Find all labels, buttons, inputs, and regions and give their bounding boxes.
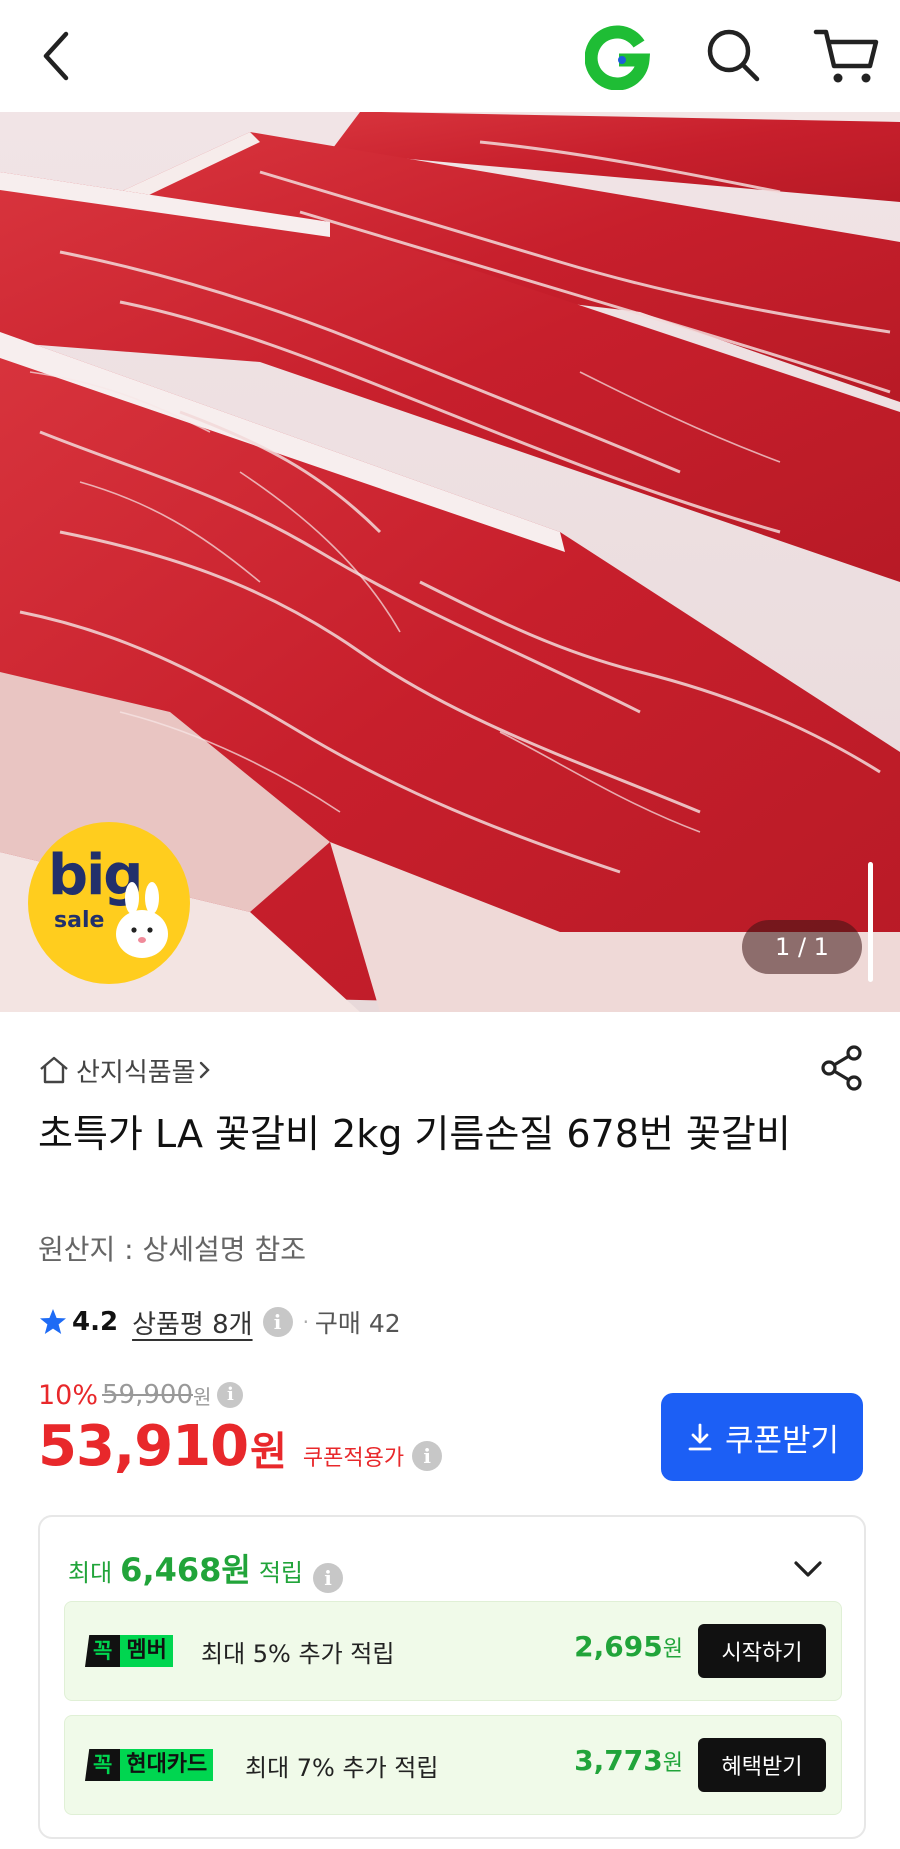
share-icon[interactable] xyxy=(820,1044,864,1092)
shop-name: 산지식품몰 xyxy=(76,1057,196,1088)
review-count-link[interactable]: 상품평 8개 xyxy=(132,1304,253,1341)
discount-rate: 10% xyxy=(38,1379,99,1411)
tag-prefix: 꼭 xyxy=(85,1635,121,1667)
sale-price-row: 53,910 원 쿠폰적용가 i xyxy=(38,1414,443,1479)
rating-row: 4.2 상품평 8개 i · 구매 42 xyxy=(38,1302,401,1342)
download-icon xyxy=(688,1423,712,1451)
star-icon xyxy=(40,1309,66,1334)
benefit-desc: 최대 7% 추가 적립 xyxy=(245,1754,439,1782)
info-icon[interactable]: i xyxy=(313,1563,344,1593)
original-price-unit: 원 xyxy=(193,1384,212,1409)
info-icon[interactable]: i xyxy=(217,1382,244,1408)
chevron-down-icon[interactable] xyxy=(788,1549,828,1589)
purchase-count: 구매 42 xyxy=(314,1309,401,1338)
coupon-button-label: 쿠폰받기 xyxy=(724,1422,840,1459)
info-icon[interactable]: i xyxy=(262,1307,293,1337)
tag-label: 현대카드 xyxy=(120,1749,214,1781)
product-title: 초특가 LA 꽃갈비 2kg 기름손질 678번 꽃갈비 xyxy=(38,1112,791,1156)
chevron-right-icon xyxy=(199,1061,210,1079)
product-origin: 원산지 : 상세설명 참조 xyxy=(38,1233,306,1266)
benefit-row-hyundai-card: 꼭 현대카드 최대 7% 추가 적립 3,773원 혜택받기 xyxy=(64,1715,842,1815)
benefit-row-member: 꼭 멤버 최대 5% 추가 적립 2,695원 시작하기 xyxy=(64,1601,842,1701)
sale-price-unit: 원 xyxy=(250,1429,287,1475)
bunny-icon xyxy=(116,882,168,958)
benefit-panel: 최대 6,468원 적립 i 꼭 멤버 최대 5% 추가 적립 2,695원 시… xyxy=(38,1515,866,1839)
sale-price: 53,910 xyxy=(38,1414,249,1479)
start-member-button[interactable]: 시작하기 xyxy=(698,1624,826,1678)
benefit-desc: 최대 5% 추가 적립 xyxy=(201,1640,395,1668)
benefit-amount: 2,695원 xyxy=(574,1630,683,1663)
member-tag: 꼭 멤버 xyxy=(85,1635,173,1667)
tag-prefix: 꼭 xyxy=(85,1749,121,1781)
benefit-max-amount: 6,468원 xyxy=(120,1551,251,1589)
benefit-amount: 3,773원 xyxy=(574,1744,683,1777)
get-coupon-button[interactable]: 쿠폰받기 xyxy=(661,1393,863,1481)
chevron-left-icon[interactable] xyxy=(30,24,86,88)
cart-icon[interactable] xyxy=(812,22,882,88)
info-icon[interactable]: i xyxy=(412,1441,443,1471)
shop-link[interactable]: 산지식품몰 xyxy=(38,1050,214,1090)
product-image[interactable]: big sale 1 / 1 xyxy=(0,112,900,1012)
get-card-benefit-button[interactable]: 혜택받기 xyxy=(698,1738,826,1792)
image-pager: 1 / 1 xyxy=(742,920,862,974)
original-price-row: 10% 59,900 원 i xyxy=(38,1378,244,1412)
search-icon[interactable] xyxy=(700,22,766,88)
g-logo-icon[interactable] xyxy=(585,24,651,90)
card-tag: 꼭 현대카드 xyxy=(85,1749,214,1781)
benefit-header[interactable]: 최대 6,468원 적립 i xyxy=(68,1545,344,1593)
rating-value: 4.2 xyxy=(72,1307,119,1337)
coupon-price-note: 쿠폰적용가 xyxy=(302,1446,405,1471)
home-icon xyxy=(40,1056,68,1084)
benefit-max-label: 최대 xyxy=(68,1559,113,1587)
top-bar xyxy=(0,0,900,112)
scroll-indicator xyxy=(868,862,873,982)
big-sale-badge: big sale xyxy=(28,822,190,984)
badge-sale-text: sale xyxy=(54,908,105,933)
original-price: 59,900 xyxy=(102,1380,193,1410)
tag-label: 멤버 xyxy=(120,1635,173,1667)
separator-dot: · xyxy=(302,1310,309,1334)
benefit-accrue-label: 적립 xyxy=(258,1559,304,1587)
